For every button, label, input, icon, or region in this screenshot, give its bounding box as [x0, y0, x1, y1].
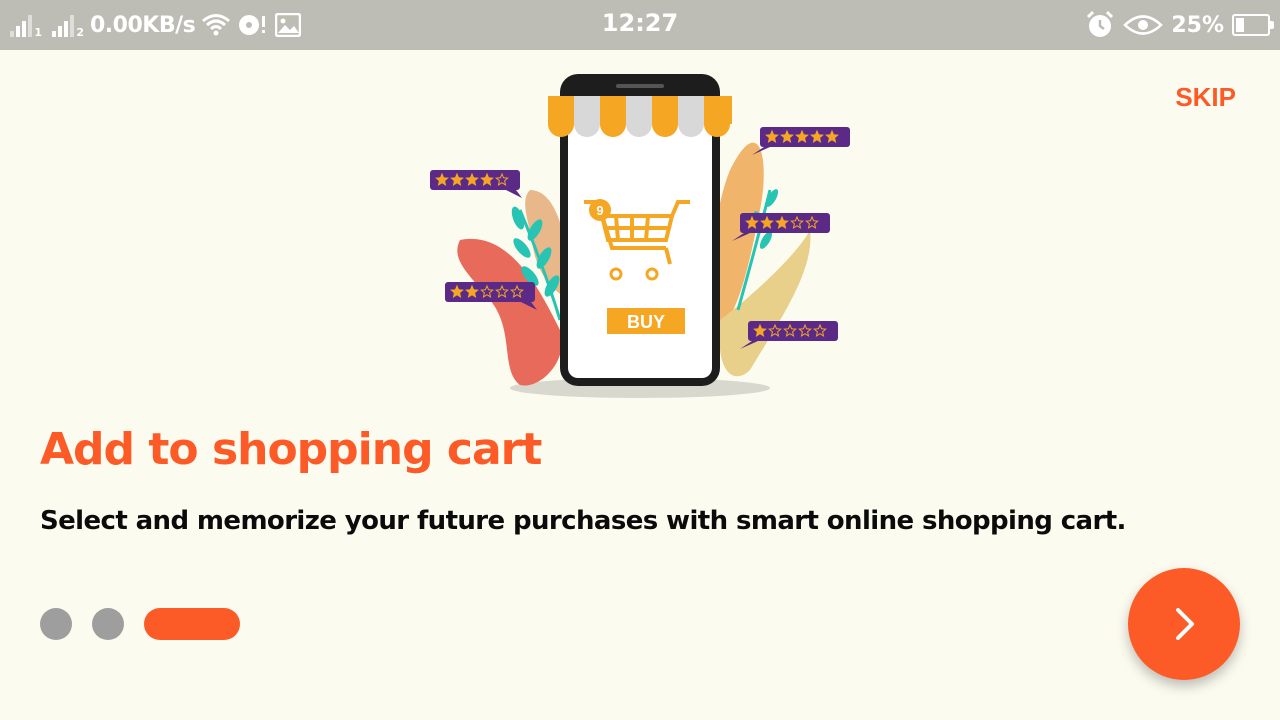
next-button[interactable] — [1128, 568, 1240, 680]
sync-alert-icon — [237, 10, 267, 40]
page-dot-1[interactable] — [40, 608, 72, 640]
signal-icon-sim1: 1 — [10, 13, 42, 39]
battery-level — [1236, 18, 1244, 32]
status-bar: 1 2 0.00KB/s 12:27 25% — [0, 0, 1280, 50]
page-dot-3[interactable] — [144, 608, 240, 640]
phone-screen — [568, 96, 712, 378]
eye-icon — [1123, 10, 1164, 40]
sim1-label: 1 — [34, 26, 42, 39]
signal-icon-sim2: 2 — [52, 13, 84, 39]
cart-badge-count: 9 — [596, 203, 603, 218]
image-icon — [273, 10, 303, 40]
wifi-icon — [201, 10, 231, 40]
status-bar-right: 25% — [1085, 8, 1274, 42]
page-dot-2[interactable] — [92, 608, 124, 640]
battery-percent: 25% — [1171, 12, 1224, 38]
rating-bubble-left-top — [430, 170, 522, 198]
chevron-right-icon — [1176, 608, 1194, 640]
page-indicator — [40, 608, 240, 640]
skip-button[interactable]: SKIP — [1175, 82, 1236, 113]
battery-icon — [1232, 14, 1274, 36]
rating-bubble-right-top — [752, 127, 850, 155]
page-title: Add to shopping cart — [40, 424, 542, 475]
illustration-buy-label: BUY — [627, 312, 665, 332]
status-bar-left: 1 2 0.00KB/s — [10, 8, 303, 42]
alarm-icon — [1085, 10, 1115, 40]
network-speed: 0.00KB/s — [90, 12, 196, 38]
sim2-label: 2 — [76, 26, 84, 39]
page-description: Select and memorize your future purchase… — [40, 506, 1126, 536]
shopping-cart-illustration: 9 BUY — [430, 74, 850, 398]
